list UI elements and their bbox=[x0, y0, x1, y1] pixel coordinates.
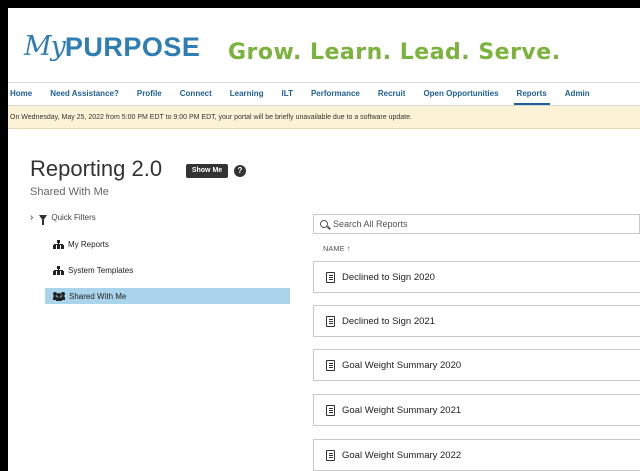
sidebar-item-system-templates[interactable]: System Templates bbox=[45, 262, 290, 278]
name-column-header[interactable]: NAME ↑ bbox=[323, 244, 351, 253]
hierarchy-icon bbox=[53, 239, 64, 249]
nav-learning[interactable]: Learning bbox=[230, 83, 264, 105]
report-row[interactable]: Goal Weight Summary 2020 bbox=[313, 349, 640, 381]
search-icon bbox=[320, 220, 328, 228]
search-input[interactable] bbox=[333, 219, 623, 229]
nav-profile[interactable]: Profile bbox=[137, 83, 162, 105]
mypurpose-logo[interactable]: My PURPOSE bbox=[24, 24, 200, 64]
nav-admin[interactable]: Admin bbox=[565, 83, 590, 105]
report-name: Declined to Sign 2021 bbox=[342, 315, 435, 327]
tagline: Grow. Learn. Lead. Serve. bbox=[228, 40, 561, 65]
nav-ilt[interactable]: ILT bbox=[282, 83, 293, 105]
main-nav: Home Need Assistance? Profile Connect Le… bbox=[8, 82, 640, 106]
maintenance-banner: On Wednesday, May 25, 2022 from 5:00 PM … bbox=[8, 106, 640, 129]
header: My PURPOSE Grow. Learn. Lead. Serve. bbox=[8, 8, 640, 80]
logo-my-text: My bbox=[24, 31, 66, 62]
filter-icon bbox=[39, 214, 48, 225]
report-row[interactable]: Declined to Sign 2020 bbox=[313, 261, 640, 293]
report-row[interactable]: Declined to Sign 2021 bbox=[313, 305, 640, 337]
report-row[interactable]: Goal Weight Summary 2021 bbox=[313, 394, 640, 426]
report-name: Goal Weight Summary 2022 bbox=[342, 449, 462, 461]
quick-filters-toggle[interactable]: › Quick Filters bbox=[30, 212, 96, 225]
document-icon bbox=[326, 315, 335, 327]
report-name: Goal Weight Summary 2020 bbox=[342, 359, 462, 371]
app-window: My PURPOSE Grow. Learn. Lead. Serve. Hom… bbox=[8, 8, 640, 471]
page-subtitle: Shared With Me bbox=[30, 186, 109, 198]
nav-connect[interactable]: Connect bbox=[180, 83, 212, 105]
document-icon bbox=[326, 449, 335, 461]
nav-home[interactable]: Home bbox=[10, 83, 32, 105]
report-name: Declined to Sign 2020 bbox=[342, 271, 435, 283]
sidebar-item-label: My Reports bbox=[68, 239, 109, 249]
document-icon bbox=[326, 404, 335, 416]
search-box[interactable] bbox=[313, 214, 640, 234]
sidebar-item-my-reports[interactable]: My Reports bbox=[45, 236, 290, 252]
people-icon bbox=[53, 291, 65, 301]
document-icon bbox=[326, 359, 335, 371]
help-icon[interactable]: ? bbox=[234, 165, 246, 177]
nav-open-opportunities[interactable]: Open Opportunities bbox=[423, 83, 498, 105]
chevron-right-icon: › bbox=[30, 212, 34, 223]
nav-need-assistance[interactable]: Need Assistance? bbox=[50, 83, 119, 105]
logo-purpose-text: PURPOSE bbox=[64, 32, 201, 62]
page-title: Reporting 2.0 bbox=[30, 156, 163, 181]
quick-filters-label: Quick Filters bbox=[51, 213, 96, 222]
sidebar-item-shared-with-me[interactable]: Shared With Me bbox=[45, 288, 290, 304]
show-me-button[interactable]: Show Me bbox=[186, 164, 228, 178]
nav-reports[interactable]: Reports bbox=[513, 83, 551, 105]
document-icon bbox=[326, 271, 335, 283]
report-name: Goal Weight Summary 2021 bbox=[342, 404, 462, 416]
nav-recruit[interactable]: Recruit bbox=[378, 83, 406, 105]
sidebar-item-label: System Templates bbox=[68, 265, 134, 275]
hierarchy-icon bbox=[53, 265, 64, 275]
nav-performance[interactable]: Performance bbox=[311, 83, 360, 105]
report-row[interactable]: Goal Weight Summary 2022 bbox=[313, 439, 640, 471]
sidebar-item-label: Shared With Me bbox=[69, 291, 127, 301]
